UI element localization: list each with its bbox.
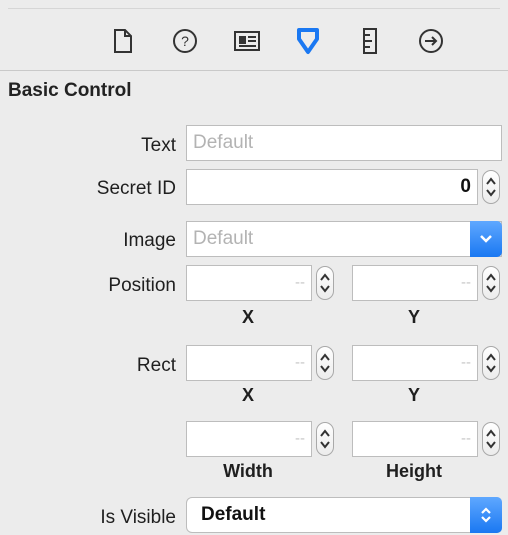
image-label: Image: [123, 230, 176, 251]
rect-width-field[interactable]: --: [186, 421, 312, 457]
rect-width-sublabel: Width: [223, 461, 273, 481]
help-icon[interactable]: ?: [170, 26, 200, 56]
position-x-stepper[interactable]: [316, 266, 334, 300]
inspector-toolbar: ?: [0, 0, 508, 71]
toolbar-divider: [8, 8, 500, 9]
secret-id-field[interactable]: 0: [186, 169, 478, 205]
chevron-updown-icon: [470, 497, 502, 533]
identity-icon[interactable]: [232, 26, 262, 56]
rect-y-sublabel: Y: [407, 385, 420, 405]
image-popup[interactable]: Default: [186, 221, 502, 257]
attributes-icon[interactable]: [293, 26, 323, 56]
position-y-stepper[interactable]: [482, 266, 500, 300]
size-ruler-icon[interactable]: [355, 26, 385, 56]
rect-x-field[interactable]: --: [186, 345, 312, 381]
secret-id-stepper[interactable]: [482, 170, 500, 204]
rect-width-stepper[interactable]: [316, 422, 334, 456]
file-icon[interactable]: [108, 26, 138, 56]
position-x-field[interactable]: --: [186, 265, 312, 301]
position-y-field[interactable]: --: [352, 265, 478, 301]
rect-label: Rect: [136, 355, 176, 376]
secret-id-label: Secret ID: [96, 178, 176, 199]
section-title: Basic Control: [8, 80, 132, 101]
svg-text:?: ?: [181, 33, 189, 49]
text-field[interactable]: Default: [186, 125, 502, 161]
chevron-down-icon: [470, 221, 502, 257]
is-visible-popup-value: Default: [201, 504, 266, 525]
rect-x-stepper[interactable]: [316, 346, 334, 380]
rect-y-stepper[interactable]: [482, 346, 500, 380]
rect-y-field[interactable]: --: [352, 345, 478, 381]
is-visible-label: Is Visible: [100, 507, 176, 528]
position-x-sublabel: X: [241, 307, 254, 327]
rect-height-sublabel: Height: [386, 461, 442, 481]
rect-height-field[interactable]: --: [352, 421, 478, 457]
rect-x-sublabel: X: [241, 385, 254, 405]
position-y-sublabel: Y: [407, 307, 420, 327]
is-visible-popup[interactable]: Default: [186, 497, 502, 533]
connections-icon[interactable]: [416, 26, 446, 56]
image-popup-value: Default: [193, 228, 254, 249]
rect-height-stepper[interactable]: [482, 422, 500, 456]
text-label: Text: [141, 135, 176, 156]
position-label: Position: [108, 275, 176, 296]
